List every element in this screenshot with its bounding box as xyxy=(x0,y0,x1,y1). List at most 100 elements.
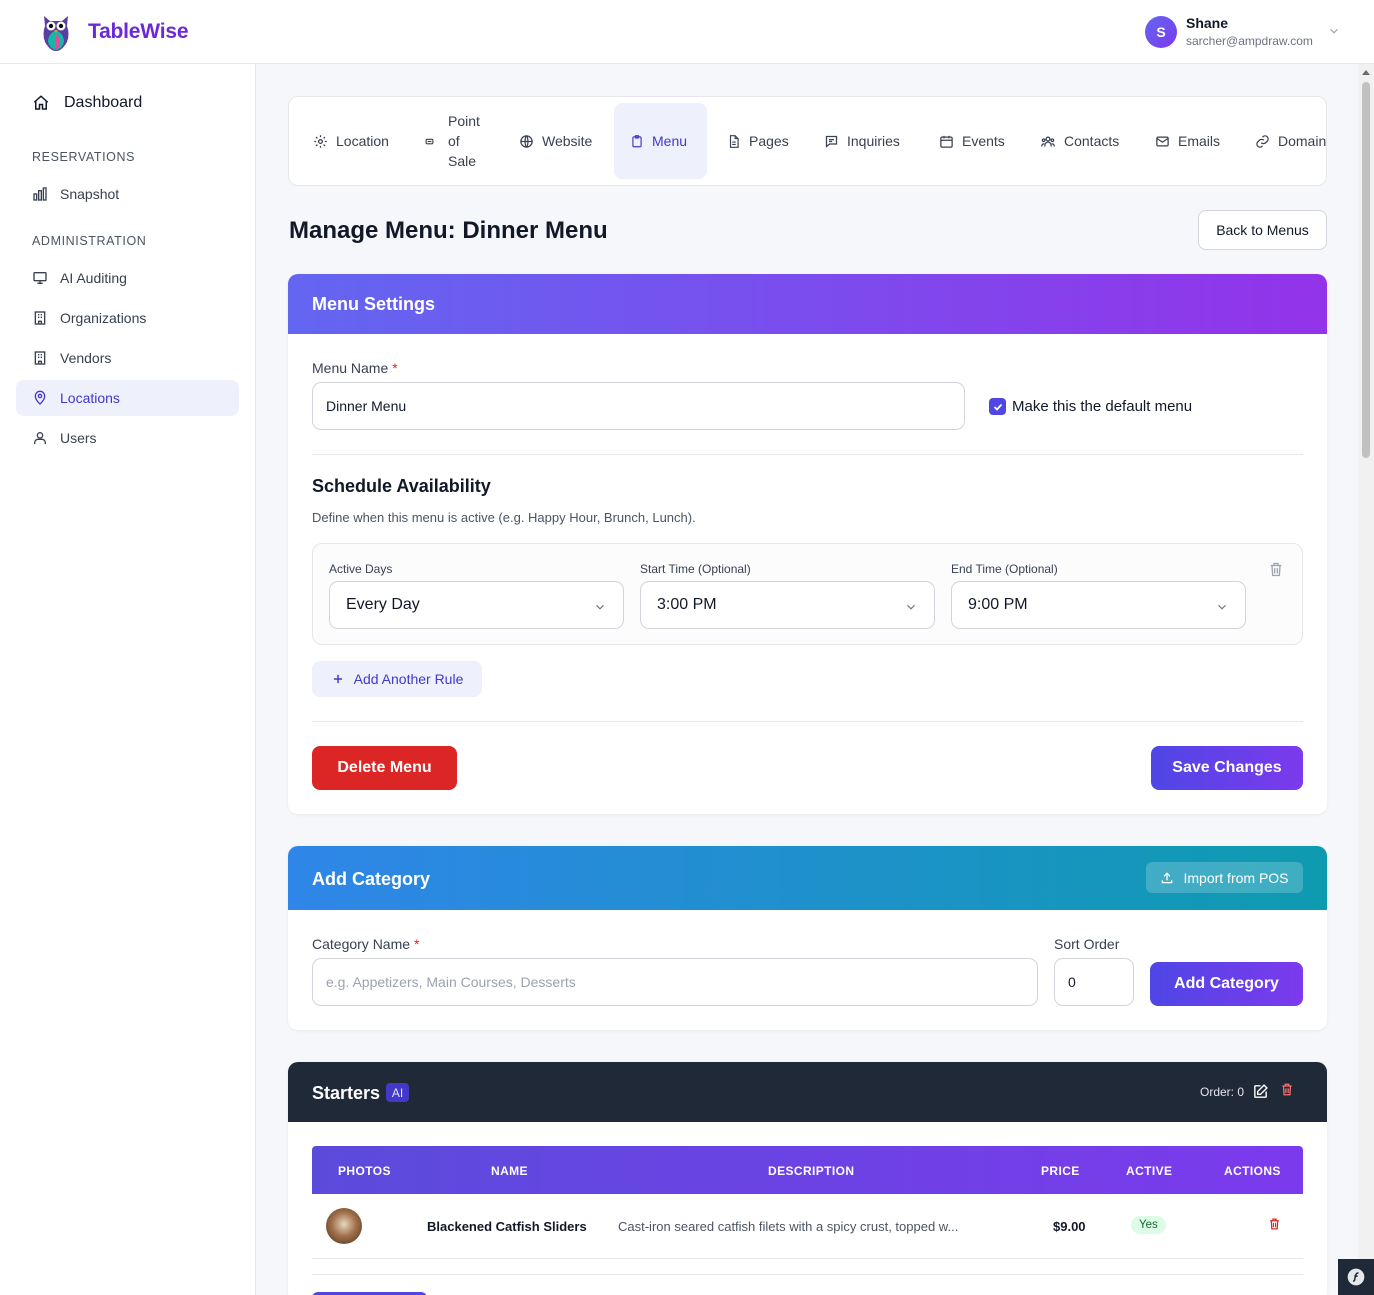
category-name-input[interactable]: e.g. Appetizers, Main Courses, Desserts xyxy=(312,958,1038,1006)
sidebar-item-users[interactable]: Users xyxy=(16,420,239,456)
symfony-icon xyxy=(1347,1268,1365,1286)
menu-settings-card: Menu Settings Menu Name * Dinner Menu Mak… xyxy=(288,274,1327,814)
chevron-down-icon[interactable] xyxy=(1327,24,1341,38)
menu-name-input[interactable]: Dinner Menu xyxy=(312,382,965,430)
link-icon xyxy=(1256,134,1269,148)
item-name: Blackened Catfish Sliders xyxy=(427,1219,587,1234)
sidebar-section-title: ADMINISTRATION xyxy=(32,234,147,248)
tab-website[interactable]: Website xyxy=(519,103,592,179)
column-header: PHOTOS xyxy=(338,1164,391,1178)
table-row[interactable]: Blackened Catfish Sliders Cast-iron sear… xyxy=(312,1194,1303,1259)
default-menu-checkbox[interactable] xyxy=(989,398,1006,415)
save-changes-button[interactable]: Save Changes xyxy=(1151,746,1303,790)
chat-icon xyxy=(825,135,838,148)
users-icon xyxy=(34,432,46,444)
tab-location[interactable]: Location xyxy=(313,103,389,179)
user-name: Shane xyxy=(1186,15,1229,31)
category-order: Order: 0 xyxy=(1200,1085,1245,1099)
chevron-down-icon xyxy=(596,604,604,610)
trash-icon[interactable] xyxy=(1268,1217,1281,1231)
sidebar-item-label: Vendors xyxy=(60,350,112,366)
import-from-pos-button[interactable]: Import from POS xyxy=(1146,862,1303,893)
tab-label: Inquiries xyxy=(847,133,900,149)
user-menu[interactable]: S Shane sarcher@ampdraw.com xyxy=(1145,15,1341,48)
sidebar-item-dashboard[interactable]: Dashboard xyxy=(32,94,142,112)
check-icon xyxy=(993,403,1002,411)
column-header: ACTIONS xyxy=(1224,1164,1281,1178)
chart-icon xyxy=(33,187,47,201)
sidebar-item-label: Dashboard xyxy=(64,94,143,111)
trash-icon[interactable] xyxy=(1268,561,1284,578)
item-description: Cast-iron seared catfish filets with a s… xyxy=(618,1219,959,1234)
end-time-label: End Time (Optional) xyxy=(951,562,1058,576)
calendar-icon xyxy=(940,135,953,148)
start-time-label: Start Time (Optional) xyxy=(640,562,751,576)
tab-label: Point of Sale xyxy=(448,113,480,169)
add-category-button[interactable]: Add Category xyxy=(1150,962,1303,1006)
tab-point-of-sale[interactable]: Point of Sale xyxy=(425,103,488,179)
column-header: PRICE xyxy=(1041,1164,1080,1178)
item-price: $9.00 xyxy=(1053,1219,1086,1234)
sidebar-item-label: Users xyxy=(60,430,97,446)
sidebar-item-locations[interactable]: Locations xyxy=(16,380,239,416)
tab-domain[interactable]: Domain xyxy=(1255,103,1326,179)
devtools-toggle[interactable] xyxy=(1338,1259,1374,1295)
category-name-label: Category Name * xyxy=(312,936,420,952)
owl-logo-icon[interactable] xyxy=(40,12,72,52)
status-badge: Yes xyxy=(1131,1216,1166,1234)
tab-contacts[interactable]: Contacts xyxy=(1040,103,1119,179)
card-header: Starters AI Order: 0 xyxy=(288,1062,1327,1122)
sidebar-item-vendors[interactable]: Vendors xyxy=(16,340,239,376)
chevron-down-icon xyxy=(907,604,915,610)
map-pin-icon xyxy=(34,390,46,405)
item-photo[interactable] xyxy=(326,1208,362,1244)
card-header: Menu Settings xyxy=(288,274,1327,334)
sidebar: Dashboard RESERVATIONS Snapshot ADMINIST… xyxy=(0,64,256,1295)
building-icon xyxy=(34,311,46,325)
user-email: sarcher@ampdraw.com xyxy=(1186,34,1313,48)
gear-icon xyxy=(314,134,327,148)
active-days-select[interactable]: Every Day xyxy=(329,581,624,629)
home-icon xyxy=(33,95,49,110)
tab-pages[interactable]: Pages xyxy=(727,103,789,179)
default-menu-label: Make this the default menu xyxy=(1012,398,1193,415)
start-time-select[interactable]: 3:00 PM xyxy=(640,581,935,629)
tab-events[interactable]: Events xyxy=(939,103,1005,179)
table-row xyxy=(312,1259,1303,1275)
clipboard-icon xyxy=(632,134,642,147)
trash-icon[interactable] xyxy=(1280,1082,1294,1097)
brand-name[interactable]: TableWise xyxy=(88,20,189,44)
globe-icon xyxy=(520,134,533,148)
tab-emails[interactable]: Emails xyxy=(1155,103,1220,179)
tab-menu[interactable]: Menu xyxy=(614,103,707,179)
default-menu-option[interactable]: Make this the default menu xyxy=(989,398,1192,415)
card-title: Menu Settings xyxy=(312,294,436,314)
edit-icon[interactable] xyxy=(1252,1083,1269,1100)
top-bar: TableWise S Shane sarcher@ampdraw.com xyxy=(0,0,1374,64)
page-title: Manage Menu: Dinner Menu xyxy=(289,217,608,244)
tab-inquiries[interactable]: Inquiries xyxy=(824,103,900,179)
back-to-menus-button[interactable]: Back to Menus xyxy=(1198,210,1327,250)
category-card-starters: Starters AI Order: 0 PHOTOS NAME DESCRIP… xyxy=(288,1062,1327,1295)
scrollbar-thumb[interactable] xyxy=(1362,82,1370,458)
table-header: PHOTOS NAME DESCRIPTION PRICE ACTIVE ACT… xyxy=(312,1146,1303,1194)
sidebar-item-label: Snapshot xyxy=(60,186,120,202)
sort-order-input[interactable]: 0 xyxy=(1054,958,1134,1006)
contacts-icon xyxy=(1041,136,1055,146)
end-time-select[interactable]: 9:00 PM xyxy=(951,581,1246,629)
scroll-up-arrow-icon[interactable] xyxy=(1362,70,1370,75)
delete-menu-button[interactable]: Delete Menu xyxy=(312,746,457,790)
monitor-icon xyxy=(33,272,47,284)
schedule-description: Define when this menu is active (e.g. Ha… xyxy=(312,510,696,525)
tab-label: Location xyxy=(336,133,389,149)
sidebar-item-ai-auditing[interactable]: AI Auditing xyxy=(16,260,239,296)
sidebar-item-snapshot[interactable]: Snapshot xyxy=(16,176,239,212)
chevron-down-icon xyxy=(1218,604,1226,610)
scrollbar[interactable] xyxy=(1358,64,1374,1295)
add-rule-button[interactable]: Add Another Rule xyxy=(312,661,482,697)
sidebar-item-organizations[interactable]: Organizations xyxy=(16,300,239,336)
avatar[interactable]: S xyxy=(1145,15,1177,48)
card-title: Add Category xyxy=(312,869,431,889)
location-tabs: Location Point of Sale Website Menu Page… xyxy=(288,96,1327,186)
divider xyxy=(312,454,1303,455)
